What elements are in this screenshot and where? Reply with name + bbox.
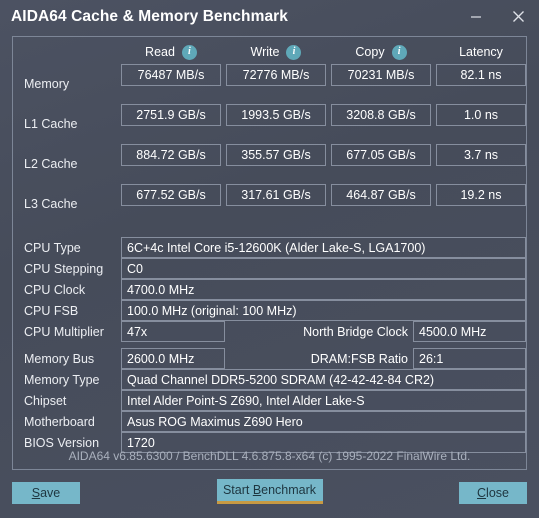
column-header-copy: Copy i — [331, 40, 431, 64]
start-benchmark-button[interactable]: Start Benchmark — [216, 479, 323, 504]
main-panel: Read i Write i Copy i Latency Memory 764… — [12, 36, 527, 470]
minimize-icon[interactable] — [455, 0, 497, 33]
value-memory-bus: 2600.0 MHz — [121, 348, 225, 369]
window-title: AIDA64 Cache & Memory Benchmark — [11, 7, 289, 25]
column-header-write-label: Write — [250, 45, 280, 59]
version-text: AIDA64 v6.85.6300 / BenchDLL 4.6.875.8-x… — [68, 449, 471, 463]
label-cpu-multiplier: CPU Multiplier — [24, 324, 104, 339]
cell-l2-latency: 3.7 ns — [436, 144, 526, 166]
table-row: L2 Cache 884.72 GB/s 355.57 GB/s 677.05 … — [13, 144, 526, 184]
close-button[interactable]: Close — [459, 482, 527, 504]
cell-l1-copy: 3208.8 GB/s — [331, 104, 431, 126]
aida64-benchmark-window: AIDA64 Cache & Memory Benchmark Read i W… — [0, 0, 539, 518]
column-header-read: Read i — [121, 40, 221, 64]
cell-memory-read: 76487 MB/s — [121, 64, 221, 86]
close-button-label: Close — [477, 486, 509, 500]
save-button[interactable]: Save — [12, 482, 80, 504]
value-cpu-clock: 4700.0 MHz — [121, 279, 526, 300]
value-cpu-stepping: C0 — [121, 258, 526, 279]
cell-memory-write: 72776 MB/s — [226, 64, 326, 86]
row-label-l1-cache: L1 Cache — [24, 117, 78, 131]
benchmark-table-header: Read i Write i Copy i Latency — [13, 40, 526, 64]
table-row: Memory 76487 MB/s 72776 MB/s 70231 MB/s … — [13, 64, 526, 104]
close-label-suffix: lose — [486, 486, 509, 500]
label-memory-type: Memory Type — [24, 372, 100, 387]
column-header-read-label: Read — [145, 45, 175, 59]
label-cpu-fsb: CPU FSB — [24, 303, 79, 318]
label-cpu-stepping: CPU Stepping — [24, 261, 104, 276]
save-button-label: Save — [32, 486, 61, 500]
benchmark-table: Read i Write i Copy i Latency Memory 764… — [13, 37, 526, 224]
value-dram-fsb-ratio: 26:1 — [413, 348, 526, 369]
label-cpu-clock: CPU Clock — [24, 282, 86, 297]
column-header-latency-label: Latency — [459, 45, 503, 59]
table-row: L1 Cache 2751.9 GB/s 1993.5 GB/s 3208.8 … — [13, 104, 526, 144]
info-icon-read[interactable]: i — [181, 44, 197, 60]
list-item: Memory Bus 2600.0 MHz DRAM:FSB Ratio 26:… — [13, 348, 526, 369]
value-memory-type: Quad Channel DDR5-5200 SDRAM (42-42-42-8… — [121, 369, 526, 390]
list-item: CPU Multiplier 47x North Bridge Clock 45… — [13, 321, 526, 342]
save-accel-key: S — [31, 486, 41, 500]
list-item: Memory Type Quad Channel DDR5-5200 SDRAM… — [13, 369, 526, 390]
value-north-bridge-clock: 4500.0 MHz — [413, 321, 526, 342]
value-chipset: Intel Alder Point-S Z690, Intel Alder La… — [121, 390, 526, 411]
value-cpu-multiplier: 47x — [121, 321, 225, 342]
column-header-copy-label: Copy — [355, 45, 385, 59]
title-bar: AIDA64 Cache & Memory Benchmark — [0, 0, 539, 33]
list-item: CPU Stepping C0 — [13, 258, 526, 279]
info-icon-write[interactable]: i — [286, 44, 302, 60]
cell-l3-write: 317.61 GB/s — [226, 184, 326, 206]
list-item: Motherboard Asus ROG Maximus Z690 Hero — [13, 411, 526, 432]
cell-l3-latency: 19.2 ns — [436, 184, 526, 206]
table-row: L3 Cache 677.52 GB/s 317.61 GB/s 464.87 … — [13, 184, 526, 224]
label-memory-bus: Memory Bus — [24, 351, 95, 366]
start-benchmark-label: Start Benchmark — [223, 483, 316, 497]
column-header-latency: Latency — [436, 40, 526, 64]
cell-l3-read: 677.52 GB/s — [121, 184, 221, 206]
close-accel-key: C — [477, 486, 487, 500]
start-label-suffix: enchmark — [261, 483, 317, 497]
value-cpu-type: 6C+4c Intel Core i5-12600K (Alder Lake-S… — [121, 237, 526, 258]
list-item: Chipset Intel Alder Point-S Z690, Intel … — [13, 390, 526, 411]
list-item: CPU Type 6C+4c Intel Core i5-12600K (Ald… — [13, 237, 526, 258]
list-item: CPU FSB 100.0 MHz (original: 100 MHz) — [13, 300, 526, 321]
cell-l2-copy: 677.05 GB/s — [331, 144, 431, 166]
cell-memory-copy: 70231 MB/s — [331, 64, 431, 86]
label-motherboard: Motherboard — [24, 414, 95, 429]
row-label-memory: Memory — [24, 77, 70, 91]
cell-l1-read: 2751.9 GB/s — [121, 104, 221, 126]
memory-info-section: Memory Bus 2600.0 MHz DRAM:FSB Ratio 26:… — [13, 348, 526, 453]
value-motherboard: Asus ROG Maximus Z690 Hero — [121, 411, 526, 432]
cell-l1-write: 1993.5 GB/s — [226, 104, 326, 126]
column-header-write: Write i — [226, 40, 326, 64]
label-cpu-type: CPU Type — [24, 240, 81, 255]
cell-l2-write: 355.57 GB/s — [226, 144, 326, 166]
start-accel-key: B — [252, 483, 262, 497]
list-item: CPU Clock 4700.0 MHz — [13, 279, 526, 300]
save-label-suffix: ave — [40, 486, 61, 500]
row-label-l2-cache: L2 Cache — [24, 157, 78, 171]
label-dram-fsb-ratio: DRAM:FSB Ratio — [310, 351, 408, 366]
close-icon[interactable] — [497, 0, 539, 33]
value-cpu-fsb: 100.0 MHz (original: 100 MHz) — [121, 300, 526, 321]
label-chipset: Chipset — [24, 393, 67, 408]
cpu-info-section: CPU Type 6C+4c Intel Core i5-12600K (Ald… — [13, 237, 526, 342]
cell-l3-copy: 464.87 GB/s — [331, 184, 431, 206]
info-icon-copy[interactable]: i — [391, 44, 407, 60]
start-label-prefix: Start — [222, 483, 253, 497]
cell-l1-latency: 1.0 ns — [436, 104, 526, 126]
row-label-l3-cache: L3 Cache — [24, 197, 78, 211]
window-controls — [455, 0, 539, 33]
cell-l2-read: 884.72 GB/s — [121, 144, 221, 166]
label-north-bridge-clock: North Bridge Clock — [303, 324, 408, 339]
cell-memory-latency: 82.1 ns — [436, 64, 526, 86]
